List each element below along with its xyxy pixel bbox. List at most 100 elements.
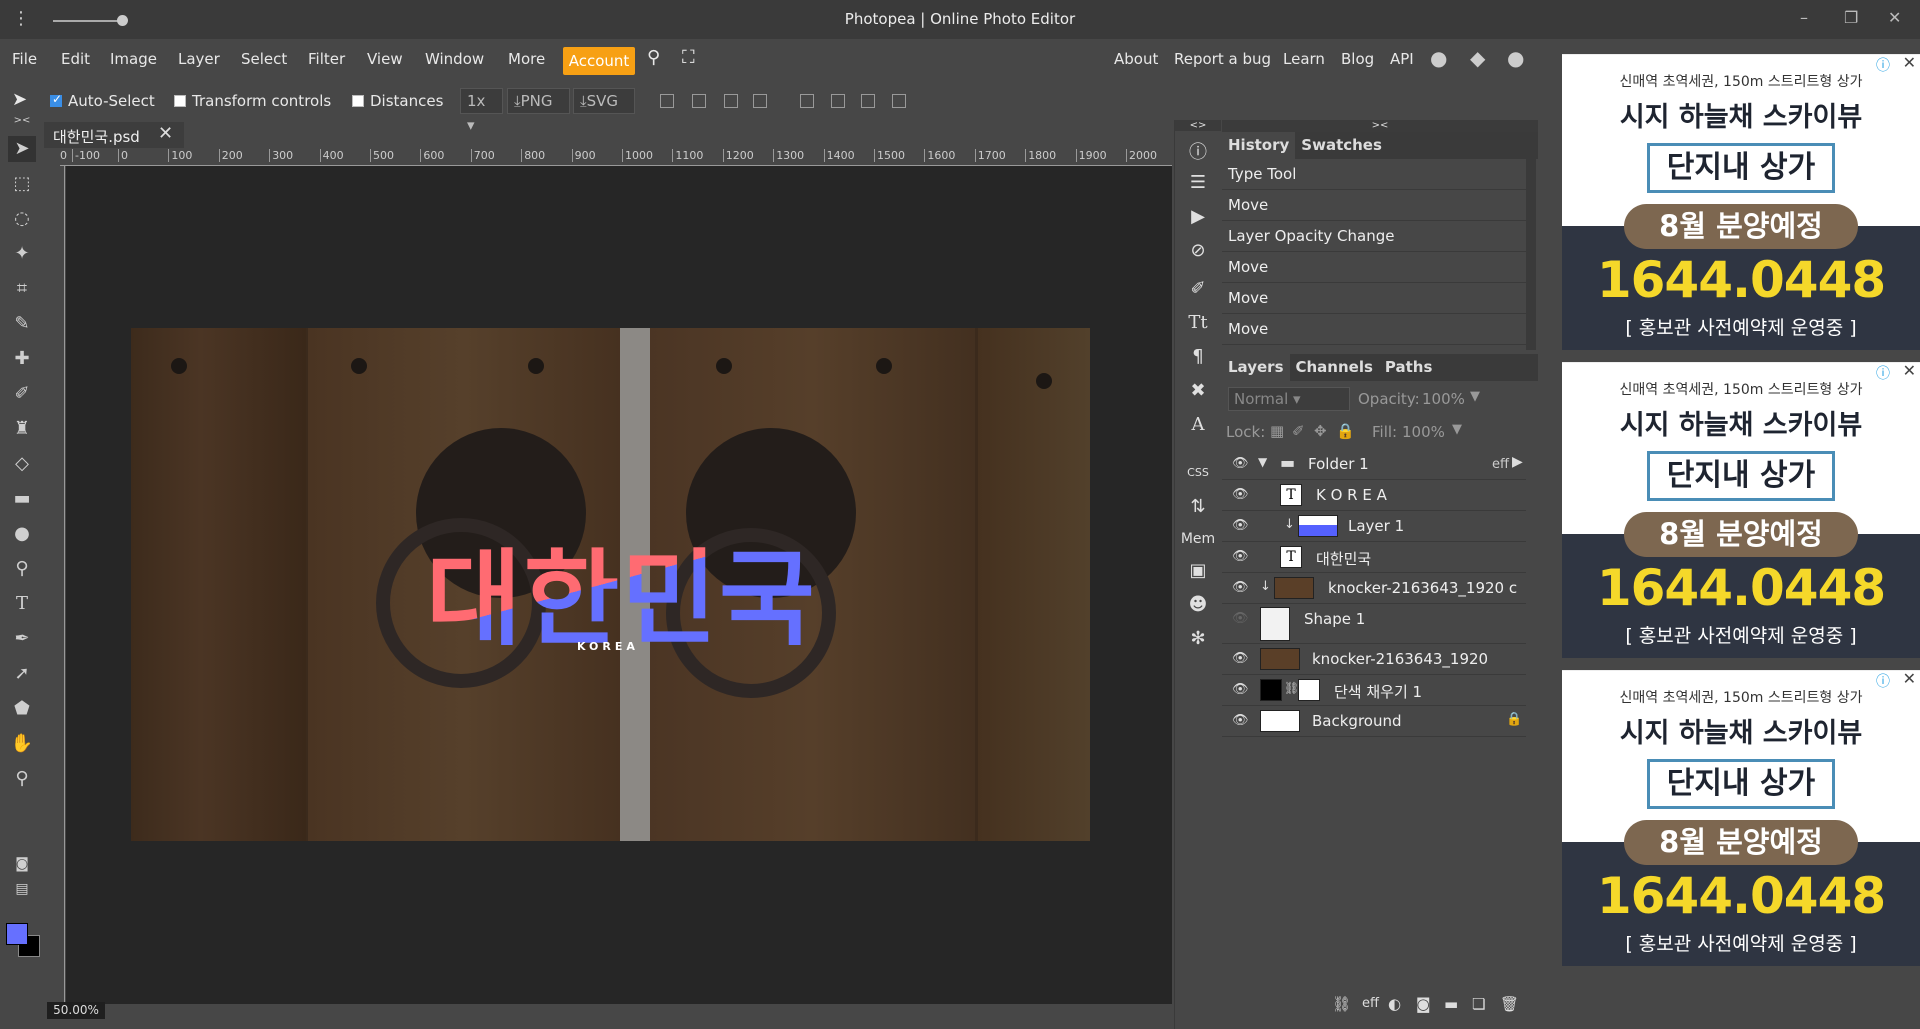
add-mask-icon[interactable]: ◙ — [1416, 995, 1431, 1013]
menu-window[interactable]: Window — [425, 50, 484, 68]
distances-checkbox[interactable]: Distances — [352, 92, 443, 110]
align-top-icon[interactable] — [800, 94, 814, 108]
twitter-icon[interactable]: ◆ — [1470, 46, 1485, 70]
layer-row[interactable]: 👁 ↓ Layer 1 — [1222, 511, 1526, 542]
search-icon[interactable]: ⚲ — [647, 47, 660, 68]
checkbox-box[interactable] — [174, 95, 186, 107]
type-tool-icon[interactable]: T — [8, 591, 36, 617]
ad-close-icon[interactable]: ✕ — [1903, 55, 1916, 72]
fill-dropdown-icon[interactable]: ▼ — [1452, 422, 1462, 437]
align-left-icon[interactable] — [660, 94, 674, 108]
history-item[interactable]: Type Tool — [1222, 159, 1526, 190]
blend-mode-select[interactable]: Normal ▾ — [1228, 387, 1350, 411]
new-folder-icon[interactable]: ▬ — [1444, 995, 1458, 1013]
align-center-icon[interactable] — [692, 94, 706, 108]
menu-view[interactable]: View — [367, 50, 403, 68]
ad-close-icon[interactable]: ✕ — [1903, 671, 1916, 688]
move-tool-icon[interactable]: ➤ — [8, 136, 36, 162]
stamp-tool-icon[interactable]: ♜ — [8, 416, 36, 442]
fullscreen-icon[interactable]: ⛶ — [682, 47, 695, 68]
tab-swatches[interactable]: Swatches — [1295, 132, 1388, 159]
quick-mask-icon[interactable]: ◙ — [8, 851, 36, 877]
checkbox-box[interactable] — [50, 92, 62, 107]
link-icon[interactable]: ⛓ — [1284, 681, 1299, 695]
advertisement[interactable]: ⓘ ✕ 신매역 초역세권, 150m 스트리트형 상가 시지 하늘채 스카이뷰 … — [1562, 54, 1920, 350]
tab-paths[interactable]: Paths — [1379, 354, 1439, 381]
folder-expand-icon[interactable]: ▼ — [1258, 455, 1267, 469]
eyedropper-tool-icon[interactable]: ✎ — [8, 311, 36, 337]
history-item[interactable]: Move — [1222, 314, 1526, 345]
adjustments-icon[interactable]: ☰ — [1175, 172, 1221, 193]
maximize-button[interactable]: ❐ — [1844, 8, 1858, 27]
dodge-tool-icon[interactable]: ⚲ — [8, 556, 36, 582]
image-icon[interactable]: ▣ — [1175, 560, 1221, 581]
glyphs-icon[interactable]: A — [1175, 414, 1221, 435]
eraser-tool-icon[interactable]: ◇ — [8, 451, 36, 477]
close-tab-icon[interactable]: ✕ — [158, 123, 173, 144]
link-layers-icon[interactable]: ⛓ — [1332, 995, 1351, 1013]
brush-settings-icon[interactable]: ✐ — [1175, 278, 1221, 299]
menu-more[interactable]: More — [508, 50, 545, 68]
document-image[interactable]: 대한민국 KOREA — [131, 328, 1090, 841]
export-svg-button[interactable]: ⤓SVG — [573, 88, 635, 114]
zoom-level[interactable]: 50.00% — [47, 1002, 105, 1019]
visibility-eye-icon[interactable]: 👁 — [1232, 518, 1249, 533]
lock-transparency-icon[interactable]: ▦ — [1270, 422, 1284, 440]
menu-select[interactable]: Select — [241, 50, 287, 68]
canvas-area[interactable]: 대한민국 KOREA — [66, 166, 1172, 1004]
lasso-tool-icon[interactable]: ◌ — [8, 206, 36, 232]
magic-wand-tool-icon[interactable]: ✦ — [8, 241, 36, 267]
layer-row[interactable]: 👁 ↓ knocker-2163643_1920 c — [1222, 573, 1526, 604]
plugins-icon[interactable]: ✻ — [1175, 628, 1221, 649]
crop-tool-icon[interactable]: ⌗ — [8, 276, 36, 302]
layer-row[interactable]: 👁 T K O R E A — [1222, 480, 1526, 511]
memory-label[interactable]: Mem — [1175, 531, 1221, 547]
close-window-button[interactable]: ✕ — [1888, 8, 1901, 27]
distribute-h-icon[interactable] — [753, 94, 767, 108]
visibility-eye-icon[interactable]: 👁 — [1232, 487, 1249, 502]
opacity-dropdown-icon[interactable]: ▼ — [1470, 389, 1480, 404]
layer-row[interactable]: 👁 Shape 1 — [1222, 604, 1526, 644]
adjustment-layer-icon[interactable]: ◐ — [1388, 995, 1401, 1013]
menu-file[interactable]: File — [12, 50, 37, 68]
expand-panels-icon[interactable]: <> — [1175, 120, 1221, 131]
properties-icon[interactable]: ⇅ — [1175, 496, 1221, 517]
hand-tool-icon[interactable]: ✋ — [8, 731, 36, 757]
screen-mode-icon[interactable]: ▤ — [8, 876, 36, 902]
info-icon[interactable]: ⓘ — [1175, 138, 1221, 164]
opacity-input[interactable]: 100% — [1422, 390, 1465, 408]
auto-select-checkbox[interactable]: Auto-Select — [50, 92, 155, 110]
paragraph-icon[interactable]: ¶ — [1175, 346, 1221, 367]
character-icon[interactable]: Tt — [1175, 312, 1221, 333]
pen-tool-icon[interactable]: ✒ — [8, 626, 36, 652]
layer-row[interactable]: 👁 ⛓ 단색 채우기 1 — [1222, 675, 1526, 706]
actions-play-icon[interactable]: ▶ — [1175, 206, 1221, 227]
menu-edit[interactable]: Edit — [61, 50, 90, 68]
blur-tool-icon[interactable]: ● — [8, 521, 36, 547]
visibility-eye-icon[interactable]: 👁 — [1232, 549, 1249, 564]
link-api[interactable]: API — [1390, 50, 1414, 68]
css-label[interactable]: CSS — [1175, 466, 1221, 479]
ad-close-icon[interactable]: ✕ — [1903, 363, 1916, 380]
marquee-tool-icon[interactable]: ⬚ — [8, 171, 36, 197]
add-effect-label[interactable]: eff — [1362, 996, 1379, 1011]
lock-pixels-icon[interactable]: ✐ — [1292, 422, 1305, 440]
advertisement[interactable]: ⓘ ✕ 신매역 초역세권, 150m 스트리트형 상가 시지 하늘채 스카이뷰 … — [1562, 670, 1920, 966]
tab-layers[interactable]: Layers — [1222, 354, 1290, 381]
visibility-eye-icon[interactable]: 👁 — [1232, 456, 1249, 471]
menu-layer[interactable]: Layer — [178, 50, 220, 68]
advertisement[interactable]: ⓘ ✕ 신매역 초역세권, 150m 스트리트형 상가 시지 하늘채 스카이뷰 … — [1562, 362, 1920, 658]
history-item[interactable]: Move — [1222, 190, 1526, 221]
new-layer-icon[interactable]: ❏ — [1472, 995, 1485, 1013]
visibility-eye-icon[interactable]: 👁 — [1232, 682, 1249, 697]
menu-filter[interactable]: Filter — [308, 50, 345, 68]
visibility-eye-icon[interactable]: 👁 — [1232, 651, 1249, 666]
shape-tool-icon[interactable]: ⬟ — [8, 696, 36, 722]
facebook-icon[interactable]: ● — [1507, 46, 1524, 70]
fill-input[interactable]: 100% — [1402, 423, 1445, 441]
layer-row[interactable]: 👁 ▼ ▬ Folder 1 eff ▶ — [1222, 449, 1526, 480]
checkbox-box[interactable] — [352, 95, 364, 107]
path-select-tool-icon[interactable]: ➚ — [8, 661, 36, 687]
document-tab[interactable]: 대한민국.psd ✕ — [44, 122, 184, 148]
lock-all-icon[interactable]: 🔒 — [1336, 422, 1355, 440]
